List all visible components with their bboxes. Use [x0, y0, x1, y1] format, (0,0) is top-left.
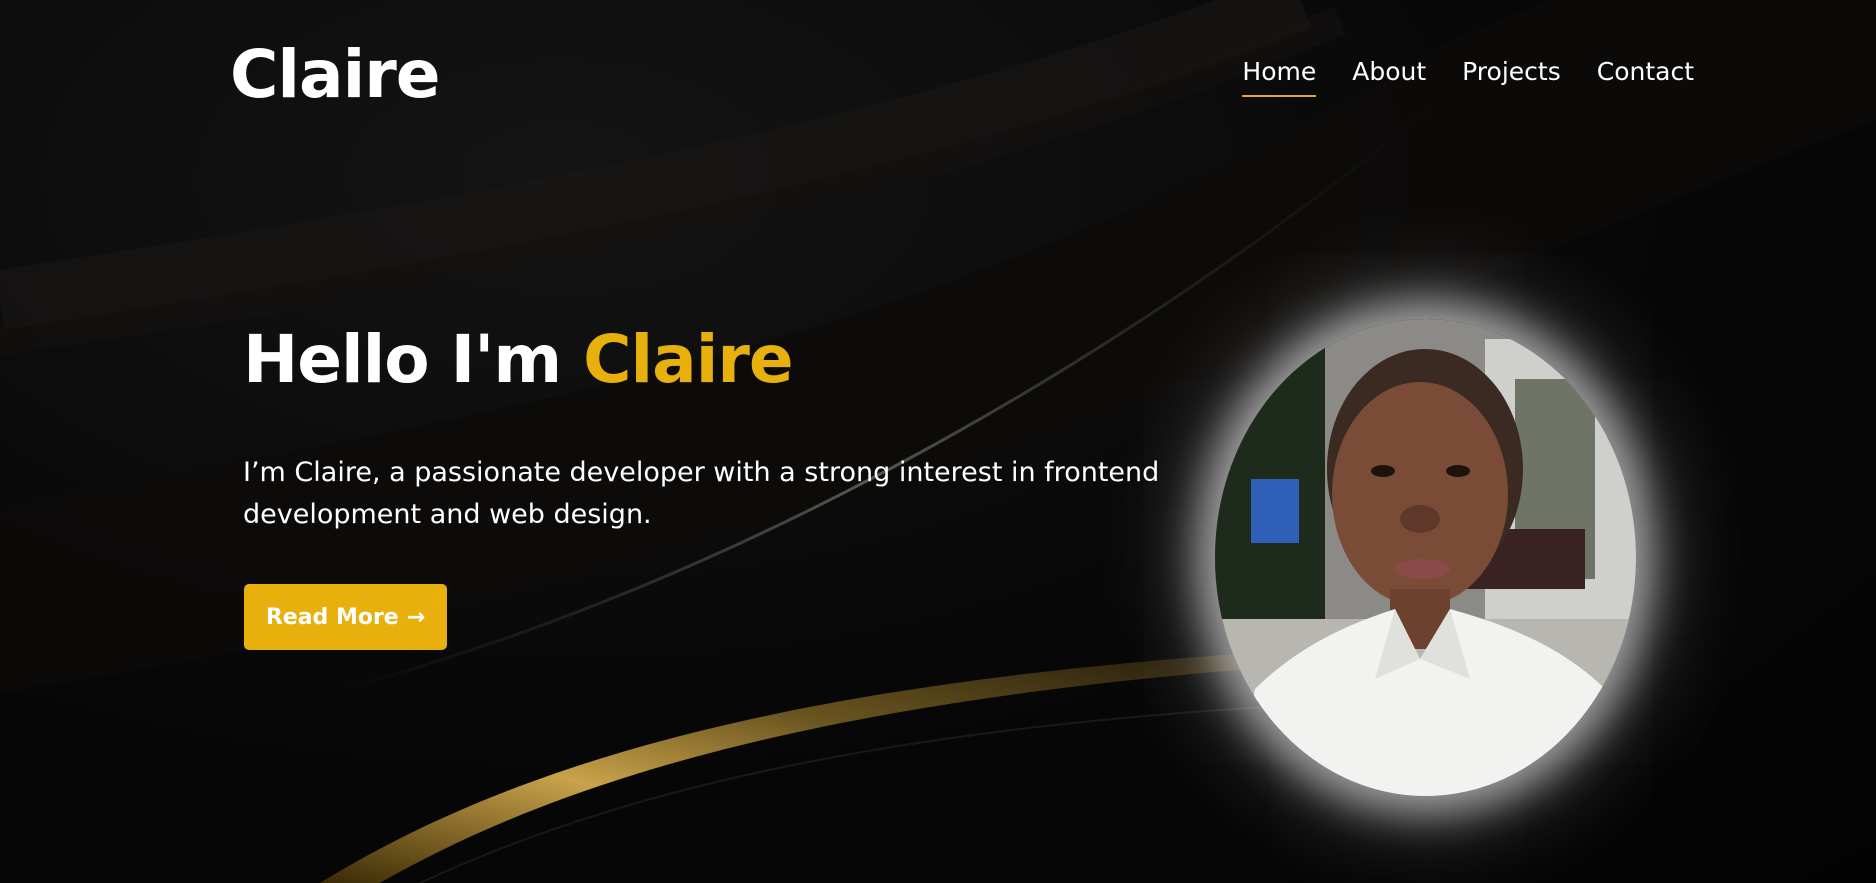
profile-photo-illustration	[1215, 319, 1636, 796]
main-nav: Home About Projects Contact	[1242, 55, 1694, 97]
hero-description: I’m Claire, a passionate developer with …	[243, 457, 1160, 530]
hero-greeting: Hello I'm	[243, 321, 562, 398]
nav-link-about[interactable]: About	[1352, 55, 1426, 97]
nav-link-home[interactable]: Home	[1242, 55, 1317, 97]
nav-link-projects[interactable]: Projects	[1462, 55, 1561, 97]
hero-page: Claire Home About Projects Contact Hello…	[0, 0, 1876, 883]
read-more-label: Read More	[265, 604, 399, 630]
profile-photo	[1215, 319, 1636, 796]
hero-title: Hello I'm Claire	[243, 321, 794, 398]
site-logo[interactable]: Claire	[230, 36, 441, 114]
hero-name: Claire	[583, 321, 794, 398]
read-more-button[interactable]: Read More →	[244, 584, 447, 650]
arrow-right-icon: →	[406, 604, 426, 630]
nav-link-contact[interactable]: Contact	[1597, 55, 1694, 97]
